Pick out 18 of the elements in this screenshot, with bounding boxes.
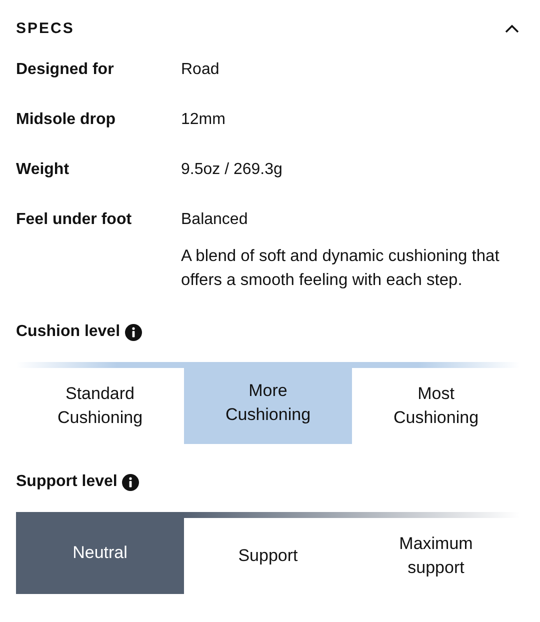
info-icon[interactable] — [122, 474, 140, 490]
spec-value: 9.5oz / 269.3g — [181, 160, 284, 180]
level-option[interactable]: Support — [184, 518, 352, 594]
specs-header[interactable]: SPECS — [16, 0, 524, 58]
spec-description: A blend of soft and dynamic cushioning that offers a smooth feeling with each step. — [181, 246, 500, 291]
spec-value: Balanced — [181, 210, 249, 230]
level-option[interactable]: Most Cushioning — [352, 368, 520, 444]
level-option[interactable]: Maximum support — [352, 518, 520, 594]
spec-label: Designed for — [16, 61, 114, 78]
spec-value: Road — [181, 60, 220, 80]
spec-label: Midsole drop — [16, 111, 116, 128]
spec-label: Weight — [16, 161, 70, 178]
spec-label: Feel under foot — [16, 211, 132, 228]
info-icon[interactable] — [125, 324, 142, 340]
level-title: Support level — [16, 472, 118, 492]
level-option[interactable]: Standard Cushioning — [16, 368, 184, 444]
spec-value: 12mm — [181, 110, 226, 130]
level-title: Cushion level — [16, 322, 120, 342]
